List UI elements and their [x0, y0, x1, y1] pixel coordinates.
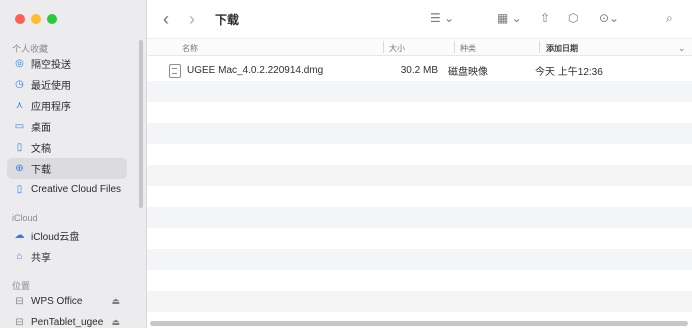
airdrop-icon: ◎	[15, 58, 24, 69]
icloud-section-label: iCloud	[12, 213, 38, 223]
apps-icon: ⋏	[15, 100, 24, 111]
sidebar-item-airdrop[interactable]: ◎ 隔空投送	[7, 53, 127, 74]
sidebar-item-shared[interactable]: ⌂ 共享	[7, 246, 127, 267]
file-list: UGEE Mac_4.0.2.220914.dmg 30.2 MB 磁盘映像 今…	[147, 60, 692, 318]
eject-icon[interactable]: ⏏	[111, 317, 120, 328]
disk-image-icon	[169, 63, 181, 78]
group-icon[interactable]: ▦ ⌄	[497, 11, 522, 25]
empty-row	[147, 81, 692, 102]
sidebar-item-label: 桌面	[31, 123, 51, 134]
empty-row	[147, 207, 692, 228]
sidebar-item-label: 隔空投送	[31, 60, 71, 71]
table-row[interactable]: UGEE Mac_4.0.2.220914.dmg 30.2 MB 磁盘映像 今…	[147, 60, 692, 81]
file-date-added: 今天 上午12:36	[535, 67, 603, 78]
zoom-button[interactable]	[47, 14, 57, 24]
empty-row	[147, 123, 692, 144]
sidebar-item-label: 下载	[31, 165, 51, 176]
empty-row	[147, 186, 692, 207]
empty-row	[147, 165, 692, 186]
drive-icon: ⊟	[15, 296, 24, 307]
desktop-icon: ▭	[14, 121, 25, 132]
sidebar-item-downloads[interactable]: ⊕ 下载	[7, 158, 127, 179]
sidebar-item-label: Creative Cloud Files	[31, 184, 122, 195]
window-title: 下载	[215, 13, 240, 27]
forward-icon[interactable]: ›	[189, 9, 195, 30]
share-icon[interactable]: ⇧	[540, 11, 550, 25]
column-separator	[454, 41, 455, 53]
sidebar-item-desktop[interactable]: ▭ 桌面	[7, 116, 127, 137]
date-added-column-header[interactable]: 添加日期	[546, 43, 578, 54]
window-controls	[15, 14, 57, 24]
sidebar-item-wps-office[interactable]: ⊟ WPS Office ⏏	[7, 291, 127, 312]
file-size: 30.2 MB	[400, 65, 438, 76]
kind-column-header[interactable]: 种类	[460, 43, 476, 54]
sidebar-item-label: 应用程序	[31, 102, 71, 113]
eject-icon[interactable]: ⏏	[111, 296, 120, 307]
sidebar-item-label: PenTablet_ugee	[31, 317, 104, 328]
column-separator	[539, 41, 540, 53]
document-icon: ▯	[16, 142, 23, 153]
horizontal-scrollbar[interactable]	[150, 321, 688, 326]
sidebar-item-recents[interactable]: ◷ 最近使用	[7, 74, 127, 95]
chevron-down-icon[interactable]: ⌄	[678, 43, 686, 54]
sidebar-item-applications[interactable]: ⋏ 应用程序	[7, 95, 127, 116]
sidebar-item-icloud-drive[interactable]: ☁ iCloud云盘	[7, 225, 127, 246]
tag-icon[interactable]: ⬡	[568, 11, 578, 25]
empty-row	[147, 270, 692, 291]
sidebar-scrollbar[interactable]	[139, 40, 143, 208]
folder-icon: ▯	[16, 184, 23, 195]
search-icon[interactable]: ⌕	[666, 11, 673, 26]
column-separator	[383, 41, 384, 53]
shared-icon: ⌂	[16, 251, 23, 262]
column-headers: 名称 大小 种类 添加日期 ⌄	[147, 38, 692, 56]
more-options-icon[interactable]: ⊙⌄	[599, 11, 619, 25]
sidebar-item-pentablet-ugee[interactable]: ⊟ PenTablet_ugee ⏏	[7, 312, 127, 333]
sidebar: 个人收藏 ◎ 隔空投送 ◷ 最近使用 ⋏ 应用程序 ▭ 桌面 ▯ 文稿 ⊕ 下载…	[0, 0, 147, 328]
file-kind: 磁盘映像	[448, 67, 488, 78]
empty-row	[147, 228, 692, 249]
clock-icon: ◷	[15, 79, 24, 90]
sidebar-item-label: iCloud云盘	[31, 232, 80, 243]
sidebar-item-creative-cloud-files[interactable]: ▯ Creative Cloud Files	[7, 179, 127, 200]
sidebar-item-documents[interactable]: ▯ 文稿	[7, 137, 127, 158]
sidebar-item-label: 共享	[31, 253, 51, 264]
empty-row	[147, 291, 692, 312]
minimize-button[interactable]	[31, 14, 41, 24]
empty-row	[147, 144, 692, 165]
finder-window: 个人收藏 ◎ 隔空投送 ◷ 最近使用 ⋏ 应用程序 ▭ 桌面 ▯ 文稿 ⊕ 下载…	[0, 0, 692, 328]
empty-row	[147, 102, 692, 123]
download-icon: ⊕	[15, 163, 24, 174]
empty-row	[147, 249, 692, 270]
sidebar-item-label: 最近使用	[31, 81, 71, 92]
sidebar-item-label: 文稿	[31, 144, 51, 155]
sidebar-item-label: WPS Office	[31, 296, 83, 307]
back-icon[interactable]: ‹	[163, 9, 169, 30]
main-content: ‹ › 下载 ☰ ⌄ ▦ ⌄ ⇧ ⬡ ⊙⌄ ⌕ 名称 大小 种类 添加日期 ⌄ …	[147, 0, 692, 328]
drive-icon: ⊟	[15, 317, 24, 328]
close-button[interactable]	[15, 14, 25, 24]
cloud-icon: ☁	[14, 230, 25, 241]
size-column-header[interactable]: 大小	[389, 43, 405, 54]
list-view-icon[interactable]: ☰ ⌄	[430, 11, 454, 25]
name-column-header[interactable]: 名称	[182, 43, 198, 54]
toolbar: ‹ › 下载 ☰ ⌄ ▦ ⌄ ⇧ ⬡ ⊙⌄ ⌕	[147, 0, 692, 38]
file-name: UGEE Mac_4.0.2.220914.dmg	[187, 65, 324, 76]
